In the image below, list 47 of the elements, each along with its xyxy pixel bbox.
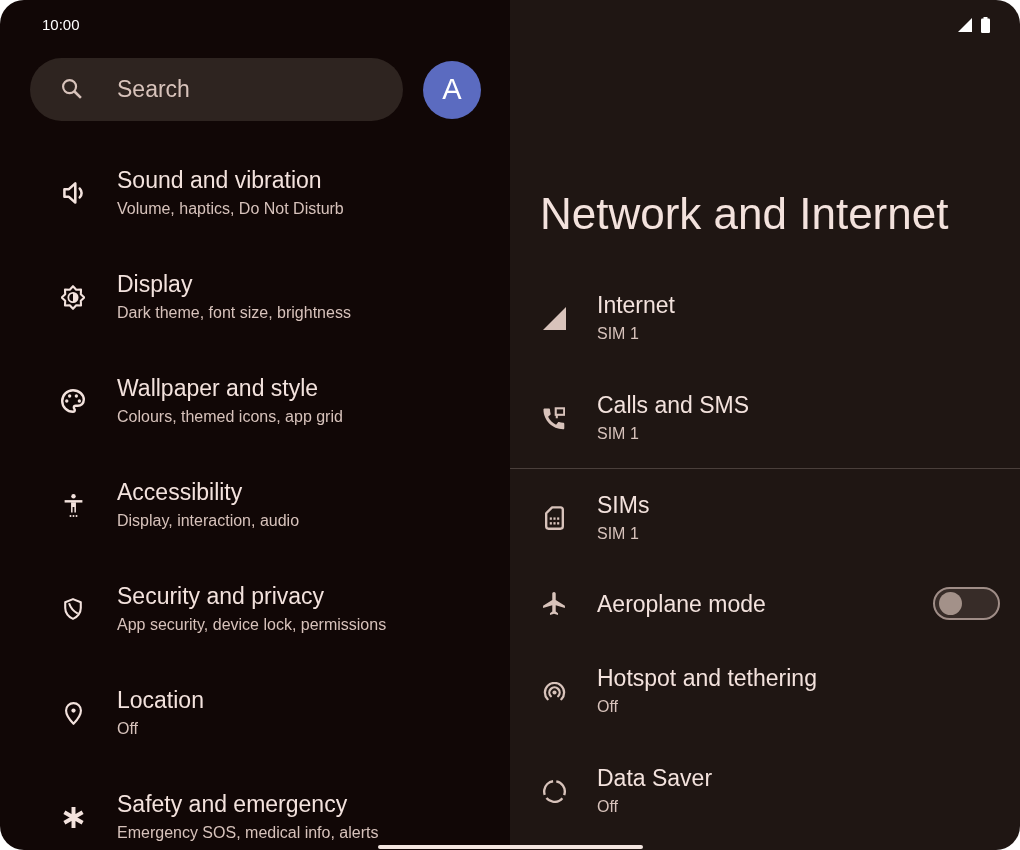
phone-message-icon — [543, 406, 565, 430]
setting-summary: SIM 1 — [597, 324, 639, 344]
setting-title[interactable]: Sound and vibration — [117, 166, 322, 194]
setting-summary: SIM 1 — [597, 424, 639, 444]
hotspot-icon — [542, 681, 566, 701]
setting-summary: Dark theme, font size, brightness — [117, 303, 351, 323]
asterisk-icon — [62, 806, 84, 828]
setting-title[interactable]: Calls and SMS — [597, 391, 750, 419]
status-time: 10:00 — [42, 16, 80, 34]
setting-title[interactable]: Hotspot and tethering — [597, 664, 817, 692]
setting-summary: Off — [597, 797, 619, 817]
setting-title[interactable]: Security and privacy — [117, 582, 325, 610]
setting-title[interactable]: Location — [117, 686, 204, 714]
setting-title[interactable]: Display — [117, 270, 193, 298]
gesture-handle[interactable] — [378, 845, 643, 849]
page-title: Network and Internet — [540, 188, 949, 240]
battery-icon — [981, 17, 990, 33]
signal-icon — [958, 18, 972, 32]
search-field[interactable]: Search — [30, 58, 403, 121]
setting-summary: Volume, haptics, Do Not Disturb — [117, 199, 344, 219]
setting-summary: Off — [117, 719, 139, 739]
shield-icon — [64, 598, 82, 620]
setting-title[interactable]: Accessibility — [117, 478, 243, 506]
speaker-icon — [62, 182, 84, 204]
setting-title[interactable]: SIMs — [597, 491, 650, 519]
setting-summary: Display, interaction, audio — [117, 511, 300, 531]
sim-card-icon — [544, 506, 564, 530]
palette-icon — [61, 389, 85, 413]
setting-summary: App security, device lock, permissions — [117, 615, 387, 635]
setting-title[interactable]: Safety and emergency — [117, 790, 348, 818]
account-avatar[interactable]: A — [423, 60, 481, 119]
signal-icon — [542, 306, 566, 330]
setting-summary: Off — [597, 697, 619, 717]
setting-title[interactable]: Aeroplane mode — [597, 589, 766, 618]
setting-title[interactable]: Internet — [597, 291, 675, 319]
accessibility-icon — [63, 493, 83, 517]
setting-summary: SIM 1 — [597, 524, 639, 544]
airplane-icon — [543, 592, 565, 615]
toggle-switch[interactable] — [933, 587, 1000, 620]
setting-title[interactable]: Data Saver — [597, 764, 713, 792]
brightness-icon — [61, 284, 85, 310]
search-icon — [62, 79, 82, 99]
setting-summary: Emergency SOS, medical info, alerts — [117, 823, 379, 843]
setting-title[interactable]: Wallpaper and style — [117, 374, 319, 402]
data-saver-icon — [542, 779, 566, 803]
location-pin-icon — [64, 701, 82, 725]
setting-summary: Colours, themed icons, app grid — [117, 407, 343, 427]
